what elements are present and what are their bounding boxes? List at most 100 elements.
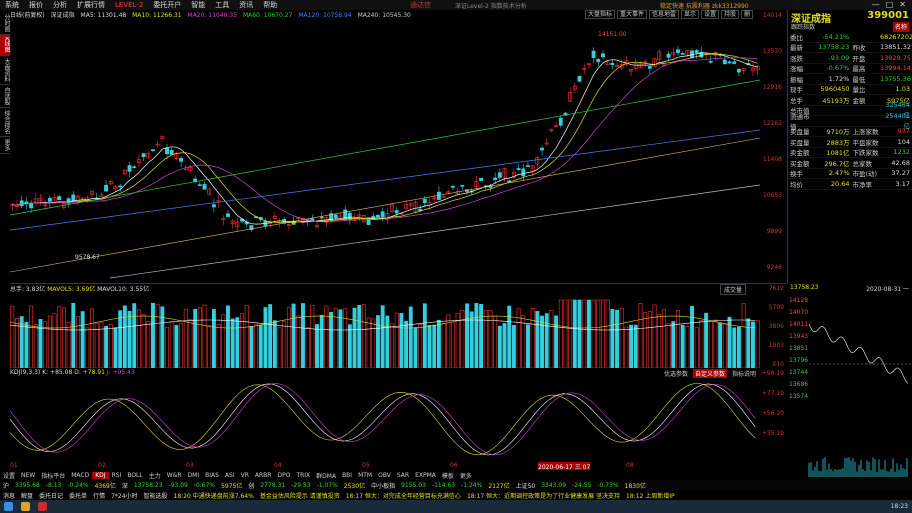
volume-bar — [324, 305, 329, 368]
volume-bar — [24, 322, 29, 368]
tool-button-0[interactable]: 大盘指标 — [585, 10, 616, 19]
volume-bar — [568, 299, 573, 368]
window-control-1[interactable]: □ — [886, 0, 894, 9]
candle-body — [460, 185, 465, 187]
news-item[interactable]: 18:12 上周新增IP — [623, 491, 678, 500]
menu-item-1[interactable]: 报价 — [24, 0, 48, 10]
news-item[interactable]: 解盘 — [18, 491, 36, 500]
volume-bar — [558, 299, 563, 368]
news-item[interactable]: 18:20 中通快递盘前涨7.64% — [171, 491, 257, 500]
window-control-0[interactable]: — — [872, 0, 880, 9]
track-index[interactable]: 跟踪指数 — [791, 22, 815, 32]
indicator-tab-11[interactable]: ASI — [222, 472, 238, 479]
volume-bar — [315, 324, 319, 368]
news-item[interactable]: 18:17 恒大：对完成全年经营目标充满信心 — [343, 491, 464, 500]
mini-intraday-chart[interactable]: 14128 14070 14011 13943 13851 13796 13744 13686… — [787, 294, 912, 479]
indicator-tab-19[interactable]: OBV — [375, 472, 394, 479]
news-item[interactable]: 7*24小时 — [108, 491, 140, 500]
indicator-tab-20[interactable]: SAR — [394, 472, 412, 479]
window-control-2[interactable]: ✕ — [899, 0, 906, 9]
menu-item-8[interactable]: 资讯 — [234, 0, 258, 10]
volume-chart[interactable] — [10, 292, 760, 368]
indicator-tab-23[interactable]: 更多 — [457, 471, 475, 480]
news-item[interactable]: 委托日记 — [36, 491, 66, 500]
tool-button-5[interactable]: 持股 — [721, 10, 740, 19]
news-item[interactable]: 消息 — [0, 491, 18, 500]
indicator-tab-9[interactable]: DMI — [185, 472, 203, 479]
menu-item-5[interactable]: 委托开户 — [148, 0, 186, 10]
tool-button-1[interactable]: 重大事件 — [617, 10, 648, 19]
candle-body — [526, 165, 530, 167]
taskbar: 18:23 — [0, 500, 912, 513]
news-item[interactable]: 委托单 — [66, 491, 90, 500]
date-axis: 01 02 03 04 05 06 2020-06-17 三 07 08 — [10, 462, 760, 471]
volume-bar — [465, 303, 469, 368]
ma20-label: MA20: 11046.35 — [187, 12, 238, 19]
kdj-tick: +35.19 — [761, 430, 784, 437]
indicator-tab-14[interactable]: DPO — [274, 472, 293, 479]
name-button[interactable]: 名称 — [892, 22, 909, 32]
candlestick-chart[interactable] — [10, 20, 760, 282]
indicator-tab-1[interactable]: NEW — [18, 472, 38, 479]
news-item[interactable]: 18:17 恒大：近期调控政策是为了行业健康发展 坚决支持 — [464, 491, 623, 500]
price-tick: 10653 — [762, 192, 782, 199]
indicator-tab-10[interactable]: BIAS — [202, 472, 222, 479]
app-icon[interactable] — [38, 502, 47, 511]
quote-row: 换手 2.47% 市盈(动) 37.27 — [788, 169, 912, 179]
indicator-tab-21[interactable]: EXPMA — [412, 472, 439, 479]
volume-bar — [526, 324, 530, 368]
mini-price-line — [808, 323, 909, 384]
start-icon[interactable] — [4, 502, 13, 511]
quote-row: 均价 20.64 市净率 3.17 — [788, 179, 912, 190]
indicator-tab-17[interactable]: BBI — [339, 472, 355, 479]
indicator-tab-2[interactable]: 指标平台 — [38, 471, 68, 480]
volume-bar — [104, 325, 109, 368]
indicator-tab-0[interactable]: 设置 — [0, 471, 18, 480]
indicator-tab-5[interactable]: RSI — [109, 472, 125, 479]
indicator-tab-18[interactable]: MTM — [355, 472, 375, 479]
volume-bar — [183, 308, 188, 368]
news-item[interactable]: 行情 — [90, 491, 108, 500]
news-item[interactable]: 智能选股 — [141, 491, 171, 500]
candle-body — [394, 210, 399, 214]
menu-item-3[interactable]: 扩展行情 — [72, 0, 110, 10]
indicator-tab-8[interactable]: W&R — [164, 472, 185, 479]
kdj-chart[interactable] — [10, 377, 760, 461]
left-tab-3[interactable]: 自选股 — [0, 85, 10, 108]
left-tab-0[interactable]: 分时图 — [0, 12, 10, 35]
candle-body — [521, 168, 526, 177]
indicator-tab-12[interactable]: VR — [238, 472, 252, 479]
left-tab-4[interactable]: 综合排名 — [0, 108, 10, 137]
status-item: -93.09 — [168, 481, 188, 489]
indicator-tab-22[interactable]: 模板 — [439, 471, 457, 480]
volume-bar — [408, 306, 413, 368]
candle-body — [596, 58, 601, 63]
left-tab-2[interactable]: 大盘资料 — [0, 56, 10, 85]
tool-button-3[interactable]: 显示 — [681, 10, 700, 19]
left-tab-1[interactable]: K线图 — [0, 35, 10, 56]
candle-body — [169, 150, 174, 155]
price-tick: 13570 — [762, 48, 782, 55]
indicator-tab-6[interactable]: BOLL — [124, 472, 145, 479]
menu-item-0[interactable]: 系统 — [0, 0, 24, 10]
indicator-tab-13[interactable]: ARBR — [252, 472, 275, 479]
indicator-tab-3[interactable]: MACD — [68, 472, 92, 479]
menu-item-6[interactable]: 智能 — [186, 0, 210, 10]
menu-item-4[interactable]: LEVEL-2 — [110, 1, 148, 9]
indicator-tab-16[interactable]: 群DMA — [313, 471, 339, 480]
indicator-tab-15[interactable]: TRIX — [293, 472, 313, 479]
tool-button-6[interactable]: 删 — [741, 10, 754, 19]
menu-item-2[interactable]: 分析 — [48, 0, 72, 10]
indicator-tab-7[interactable]: 主力 — [146, 471, 164, 480]
folder-icon[interactable] — [21, 502, 30, 511]
tool-button-2[interactable]: 信息地雷 — [649, 10, 680, 19]
volume-bar — [432, 324, 437, 368]
volume-bar — [380, 305, 385, 368]
left-tab-5[interactable]: 更多 — [0, 137, 10, 154]
menu-item-9[interactable]: 帮助 — [258, 0, 282, 10]
tool-button-4[interactable]: 设置 — [701, 10, 720, 19]
menu-item-7[interactable]: 工具 — [210, 0, 234, 10]
indicator-tab-4[interactable]: KDJ — [92, 471, 109, 479]
period-label[interactable]: 日线(前复权) — [10, 12, 45, 19]
news-item[interactable]: 基金益估风险提示 请谨慎投资 — [257, 491, 343, 500]
